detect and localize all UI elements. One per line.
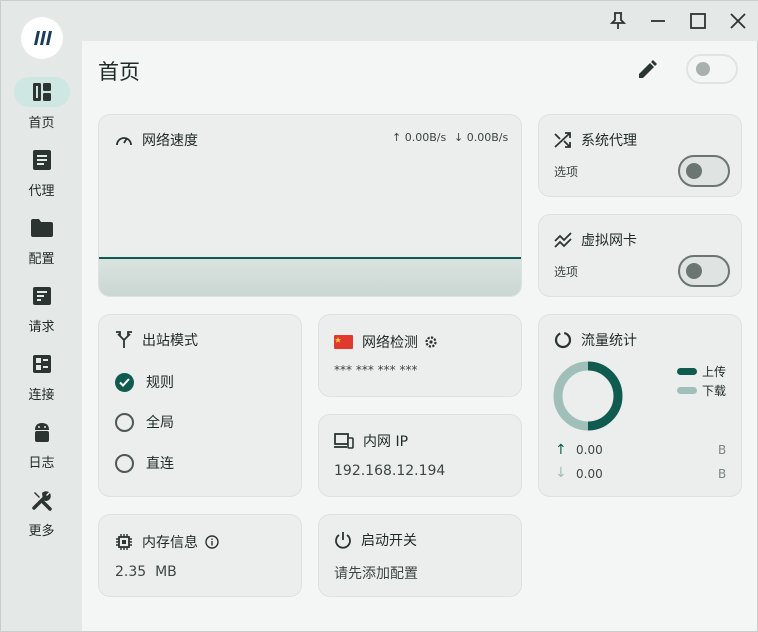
virtual-nic-option-label: 选项 — [554, 265, 579, 279]
system-proxy-option-label: 选项 — [554, 165, 579, 179]
mode-option-global[interactable]: 全局 — [115, 412, 174, 432]
upload-total: 0.00 — [576, 443, 603, 457]
tools-icon — [31, 491, 52, 511]
sidebar-item-label: 日志 — [28, 456, 55, 471]
switch-knob — [686, 263, 702, 279]
app-logo — [21, 17, 63, 59]
fork-icon — [116, 331, 132, 348]
check-icon — [119, 377, 130, 387]
logo-icon — [34, 31, 52, 45]
maximize-icon — [690, 13, 706, 29]
donut-chart-icon — [554, 331, 572, 349]
launch-switch-card[interactable] — [318, 514, 522, 597]
article-icon — [32, 150, 51, 170]
virtual-nic-title: 虚拟网卡 — [554, 230, 637, 250]
outbound-mode-title: 出站模式 — [115, 330, 198, 350]
edit-button[interactable] — [633, 56, 661, 84]
radio-unchecked — [115, 412, 134, 432]
legend-download: 下载 — [677, 382, 726, 399]
app-window: 首页 代理 配置 请求 连接 日志 更多 首页 网络速度 ↑ 0.00B/s ↓… — [0, 0, 758, 632]
pin-button[interactable] — [604, 7, 632, 35]
intranet-ip-value: 192.168.12.194 — [334, 463, 446, 479]
close-button[interactable] — [724, 7, 752, 35]
android-icon — [34, 423, 49, 442]
virtual-nic-switch[interactable] — [678, 255, 730, 287]
speed-chart-area — [99, 258, 521, 296]
arrow-up-icon: ↑ — [555, 442, 567, 458]
power-icon — [335, 532, 351, 549]
sidebar-item-label: 更多 — [28, 524, 55, 539]
speedometer-icon — [116, 137, 132, 146]
shuffle-icon — [554, 132, 571, 148]
sidebar-item-proxy[interactable]: 代理 — [1, 145, 82, 205]
page-title: 首页 — [98, 60, 140, 84]
network-check-card — [318, 314, 522, 397]
system-proxy-title: 系统代理 — [554, 130, 637, 150]
traffic-donut-chart — [553, 361, 623, 431]
legend-swatch — [677, 368, 697, 375]
sidebar: 首页 代理 配置 请求 连接 日志 更多 — [1, 1, 82, 631]
sidebar-item-label: 代理 — [28, 184, 55, 199]
sidebar-item-connections[interactable]: 连接 — [1, 349, 82, 409]
radio-unchecked — [115, 453, 134, 473]
upload-speed: ↑ 0.00B/s — [392, 131, 447, 144]
trend-icon — [554, 232, 572, 248]
pin-icon — [610, 12, 626, 29]
toggle-knob — [696, 62, 710, 76]
launch-switch-value: 请先添加配置 — [334, 566, 418, 582]
sidebar-item-label: 连接 — [28, 388, 55, 403]
network-check-title: 网络检测 — [334, 332, 438, 352]
switch-knob — [686, 163, 702, 179]
download-unit: B — [718, 467, 727, 481]
arrow-down-icon: ↓ — [555, 465, 567, 481]
china-flag-icon — [334, 335, 353, 349]
mode-option-rule[interactable]: 规则 — [115, 372, 174, 392]
folder-icon — [30, 219, 53, 237]
download-arc — [553, 361, 589, 431]
memory-card — [98, 514, 302, 597]
mode-option-direct[interactable]: 直连 — [115, 453, 174, 473]
minimize-icon — [651, 20, 665, 22]
minimize-button[interactable] — [644, 7, 672, 35]
sidebar-item-more[interactable]: 更多 — [1, 485, 82, 545]
request-list-icon — [32, 287, 51, 305]
memory-chip-icon — [116, 534, 132, 550]
memory-value: 2.35 MB — [115, 564, 177, 580]
traffic-stats-title: 流量统计 — [554, 330, 637, 350]
sidebar-item-label: 首页 — [28, 116, 55, 131]
connection-icon — [32, 355, 51, 373]
memory-title: 内存信息 — [115, 532, 219, 552]
network-speed-title: 网络速度 — [115, 130, 198, 150]
info-icon[interactable] — [205, 535, 219, 549]
system-proxy-switch[interactable] — [678, 155, 730, 187]
upload-arc — [587, 361, 623, 431]
settings-gear-icon[interactable] — [424, 335, 438, 349]
sidebar-item-label: 请求 — [28, 320, 55, 335]
edit-icon — [639, 60, 657, 78]
legend-swatch — [677, 387, 697, 394]
download-speed: ↓ 0.00B/s — [454, 131, 509, 144]
radio-checked — [115, 372, 134, 392]
header-toggle[interactable] — [686, 54, 738, 84]
sidebar-item-profiles[interactable]: 配置 — [1, 213, 82, 273]
dashboard-icon — [32, 83, 51, 101]
intranet-ip-title: 内网 IP — [334, 431, 408, 451]
sidebar-item-label: 配置 — [28, 252, 55, 267]
launch-switch-title: 启动开关 — [334, 530, 417, 550]
maximize-button[interactable] — [684, 7, 712, 35]
speed-chart-line — [99, 257, 521, 259]
download-total: 0.00 — [576, 467, 603, 481]
upload-unit: B — [718, 443, 727, 457]
sidebar-item-requests[interactable]: 请求 — [1, 281, 82, 341]
legend-upload: 上传 — [677, 363, 726, 380]
network-check-value: *** *** *** *** — [334, 363, 418, 377]
close-icon — [730, 13, 746, 29]
devices-icon — [334, 433, 354, 449]
title-bar — [82, 1, 758, 41]
intranet-ip-card — [318, 414, 522, 497]
sidebar-item-logs[interactable]: 日志 — [1, 417, 82, 477]
sidebar-item-home[interactable]: 首页 — [1, 77, 82, 137]
